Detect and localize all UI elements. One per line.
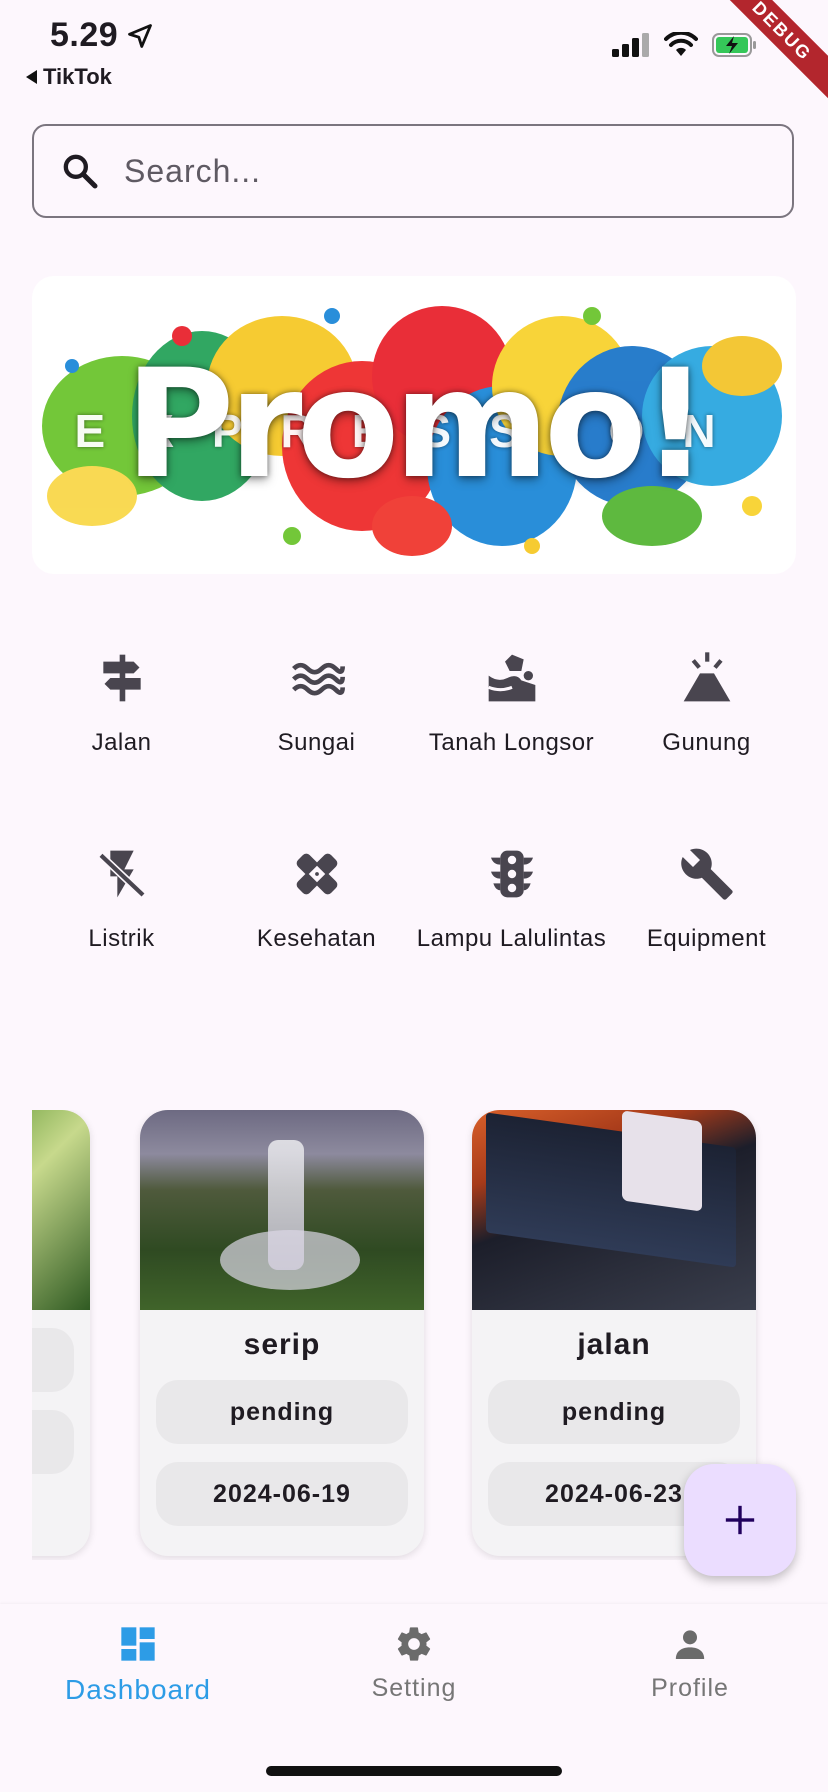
report-title: jalan	[577, 1328, 651, 1361]
banner-title: Promo!	[124, 338, 710, 512]
battery-icon	[712, 33, 756, 57]
signpost-icon	[102, 654, 141, 702]
wifi-icon	[664, 32, 698, 56]
category-jalan[interactable]: Jalan	[24, 650, 219, 782]
category-sungai[interactable]: Sungai	[219, 650, 414, 782]
report-date: 2024-06-19	[156, 1462, 408, 1526]
status-time: 5.29	[50, 16, 119, 54]
report-image-waterfall	[140, 1110, 424, 1310]
report-image-laptop	[472, 1110, 756, 1310]
category-tanah-longsor[interactable]: Tanah Longsor	[414, 650, 609, 782]
report-title: serip	[243, 1328, 321, 1361]
back-to-app-link[interactable]: TikTok	[26, 64, 112, 90]
traffic-light-icon	[490, 850, 533, 898]
report-card[interactable]: serip pending 2024-06-19	[140, 1110, 424, 1556]
category-label: Sungai	[277, 729, 356, 756]
category-label: Equipment	[646, 925, 767, 952]
bottom-navigation: Dashboard Setting Profile	[0, 1604, 828, 1792]
report-image	[32, 1110, 90, 1310]
report-status	[32, 1328, 74, 1392]
category-label: Kesehatan	[256, 925, 377, 952]
category-label: Tanah Longsor	[428, 729, 595, 756]
category-lampu-lalulintas[interactable]: Lampu Lalulintas	[414, 846, 609, 978]
mist-shape	[220, 1230, 360, 1290]
nav-label: Dashboard	[65, 1674, 211, 1705]
search-icon	[63, 154, 98, 189]
back-arrow-icon	[26, 70, 37, 84]
nav-label: Setting	[371, 1674, 457, 1702]
report-carousel[interactable]: serip pending 2024-06-19 jalan pending 2…	[32, 1110, 796, 1560]
nav-dashboard[interactable]: Dashboard	[38, 1624, 238, 1706]
category-grid: Jalan Sungai Tanah Longsor Gunung Listri…	[24, 650, 804, 978]
wrench-icon	[680, 848, 733, 900]
report-status: pending	[156, 1380, 408, 1444]
category-gunung[interactable]: Gunung	[609, 650, 804, 782]
status-bar: 5.29 TikTok DEBUG	[0, 0, 828, 106]
flash-off-icon	[97, 850, 146, 898]
dashboard-icon	[121, 1627, 155, 1661]
promo-banner[interactable]: EXPRESSION Promo!	[32, 276, 796, 574]
add-report-button[interactable]	[684, 1464, 796, 1576]
plus-icon	[725, 1505, 755, 1535]
nav-label: Profile	[651, 1674, 729, 1702]
category-kesehatan[interactable]: Kesehatan	[219, 846, 414, 978]
home-indicator[interactable]	[266, 1766, 562, 1776]
back-app-label: TikTok	[43, 64, 112, 89]
category-equipment[interactable]: Equipment	[609, 846, 804, 978]
report-status: pending	[488, 1380, 740, 1444]
phone-app-shape	[622, 1110, 702, 1212]
location-arrow-icon	[128, 24, 152, 48]
landslide-icon	[487, 654, 535, 702]
nav-setting[interactable]: Setting	[314, 1624, 514, 1703]
category-listrik[interactable]: Listrik	[24, 846, 219, 978]
search-input[interactable]	[122, 151, 726, 191]
waves-icon	[291, 662, 345, 696]
signal-icon	[612, 33, 649, 57]
category-label: Jalan	[91, 729, 152, 756]
category-label: Gunung	[662, 729, 751, 756]
category-label: Listrik	[88, 925, 155, 952]
report-card[interactable]	[32, 1110, 90, 1556]
nav-profile[interactable]: Profile	[590, 1624, 790, 1703]
healing-icon	[296, 853, 337, 895]
category-label: Lampu Lalulintas	[416, 925, 607, 952]
gear-icon	[397, 1627, 431, 1661]
report-date	[32, 1410, 74, 1474]
person-icon	[675, 1630, 705, 1659]
search-bar[interactable]	[32, 124, 794, 218]
system-icons	[612, 32, 758, 58]
volcano-icon	[683, 652, 730, 702]
